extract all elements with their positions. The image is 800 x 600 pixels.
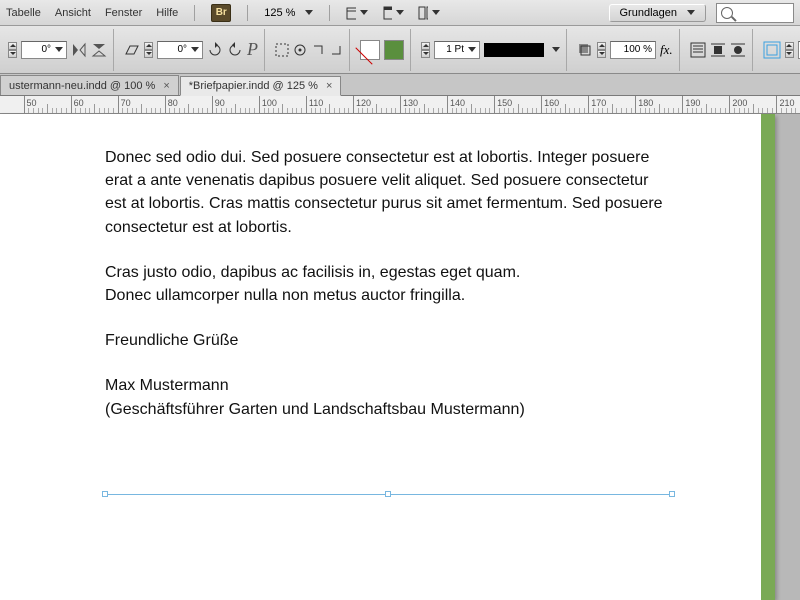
- text-wrap-none-icon[interactable]: [690, 42, 706, 58]
- workspace-switcher[interactable]: Grundlagen: [609, 4, 707, 22]
- rotate-ccw-icon[interactable]: [227, 42, 243, 58]
- rotate-cw-icon[interactable]: [207, 42, 223, 58]
- chevron-down-icon: [687, 10, 695, 15]
- flip-horizontal-icon[interactable]: [71, 42, 87, 58]
- tab-document-2[interactable]: *Briefpapier.indd @ 125 % ×: [180, 76, 342, 96]
- close-icon[interactable]: ×: [326, 80, 332, 92]
- text-wrap-bbox-icon[interactable]: [710, 42, 726, 58]
- stroke-weight-field[interactable]: 1 Pt: [434, 41, 480, 59]
- view-options-icon[interactable]: [346, 3, 368, 23]
- drop-shadow-icon[interactable]: [577, 42, 593, 58]
- document-tabs: ustermann-neu.indd @ 100 % × *Briefpapie…: [0, 74, 800, 96]
- shear-field[interactable]: 0°: [157, 41, 203, 59]
- screen-mode-icon[interactable]: [382, 3, 404, 23]
- select-next-icon[interactable]: [329, 43, 343, 57]
- stroke-swatch[interactable]: [384, 40, 404, 60]
- frame-handle[interactable]: [385, 491, 391, 497]
- stroke-style-dropdown[interactable]: [484, 43, 544, 57]
- zoom-level-value: 125 %: [264, 7, 295, 19]
- control-panel: 0° 0° P 1 Pt 100 % fx.: [0, 26, 800, 74]
- search-icon: [721, 7, 733, 19]
- opacity-field[interactable]: 100 %: [610, 41, 656, 59]
- select-container-icon[interactable]: [275, 43, 289, 57]
- opacity-stepper[interactable]: [597, 42, 606, 58]
- flip-vertical-icon[interactable]: [91, 42, 107, 58]
- frame-handle[interactable]: [102, 491, 108, 497]
- closing-line: Freundliche Grüße: [105, 329, 670, 352]
- zoom-level-dropdown[interactable]: 125 %: [264, 7, 313, 19]
- shear-icon[interactable]: [124, 42, 140, 58]
- signature-title: (Geschäftsführer Garten und Landschaftsb…: [105, 398, 670, 421]
- workspace-label: Grundlagen: [620, 7, 678, 19]
- body-paragraph: Donec ullamcorper nulla non metus auctor…: [105, 284, 670, 307]
- select-content-icon[interactable]: [293, 43, 307, 57]
- body-paragraph: Donec sed odio dui. Sed posuere consecte…: [105, 146, 670, 239]
- text-frame-content[interactable]: Donec sed odio dui. Sed posuere consecte…: [105, 146, 670, 421]
- tab-label: ustermann-neu.indd @ 100 %: [9, 80, 155, 92]
- frame-fitting-icon[interactable]: [763, 41, 781, 59]
- select-prev-icon[interactable]: [311, 43, 325, 57]
- page: Donec sed odio dui. Sed posuere consecte…: [0, 114, 775, 600]
- effects-icon[interactable]: fx.: [660, 42, 673, 58]
- close-icon[interactable]: ×: [163, 80, 169, 92]
- tab-label: *Briefpapier.indd @ 125 %: [189, 80, 318, 92]
- stepper[interactable]: [8, 42, 17, 58]
- text-wrap-shape-icon[interactable]: [730, 42, 746, 58]
- menu-hilfe[interactable]: Hilfe: [156, 7, 178, 19]
- page-edge: [761, 114, 775, 600]
- menu-bar: Tabelle Ansicht Fenster Hilfe Br 125 % G…: [0, 0, 800, 26]
- frame-handle[interactable]: [669, 491, 675, 497]
- stepper[interactable]: [144, 42, 153, 58]
- body-paragraph: Cras justo odio, dapibus ac facilisis in…: [105, 261, 670, 284]
- horizontal-ruler[interactable]: 5060708090100110120130140150160170180190…: [0, 96, 800, 114]
- dim-stepper[interactable]: [785, 42, 794, 58]
- tab-document-1[interactable]: ustermann-neu.indd @ 100 % ×: [0, 75, 179, 95]
- separator: [247, 5, 248, 21]
- menu-ansicht[interactable]: Ansicht: [55, 7, 91, 19]
- separator: [194, 5, 195, 21]
- chevron-down-icon: [360, 10, 368, 15]
- chevron-down-icon: [305, 10, 313, 15]
- menu-tabelle[interactable]: Tabelle: [6, 7, 41, 19]
- document-canvas[interactable]: Donec sed odio dui. Sed posuere consecte…: [0, 114, 800, 600]
- separator: [329, 5, 330, 21]
- chevron-down-icon: [396, 10, 404, 15]
- fill-swatch[interactable]: [360, 40, 380, 60]
- stroke-weight-stepper[interactable]: [421, 42, 430, 58]
- rotation-field[interactable]: 0°: [21, 41, 67, 59]
- arrange-docs-icon[interactable]: [418, 3, 440, 23]
- paragraph-style-icon[interactable]: P: [247, 39, 258, 60]
- search-input[interactable]: [716, 3, 794, 23]
- chevron-down-icon: [432, 10, 440, 15]
- menu-fenster[interactable]: Fenster: [105, 7, 142, 19]
- signature-name: Max Mustermann: [105, 374, 670, 397]
- bridge-icon[interactable]: Br: [211, 4, 231, 22]
